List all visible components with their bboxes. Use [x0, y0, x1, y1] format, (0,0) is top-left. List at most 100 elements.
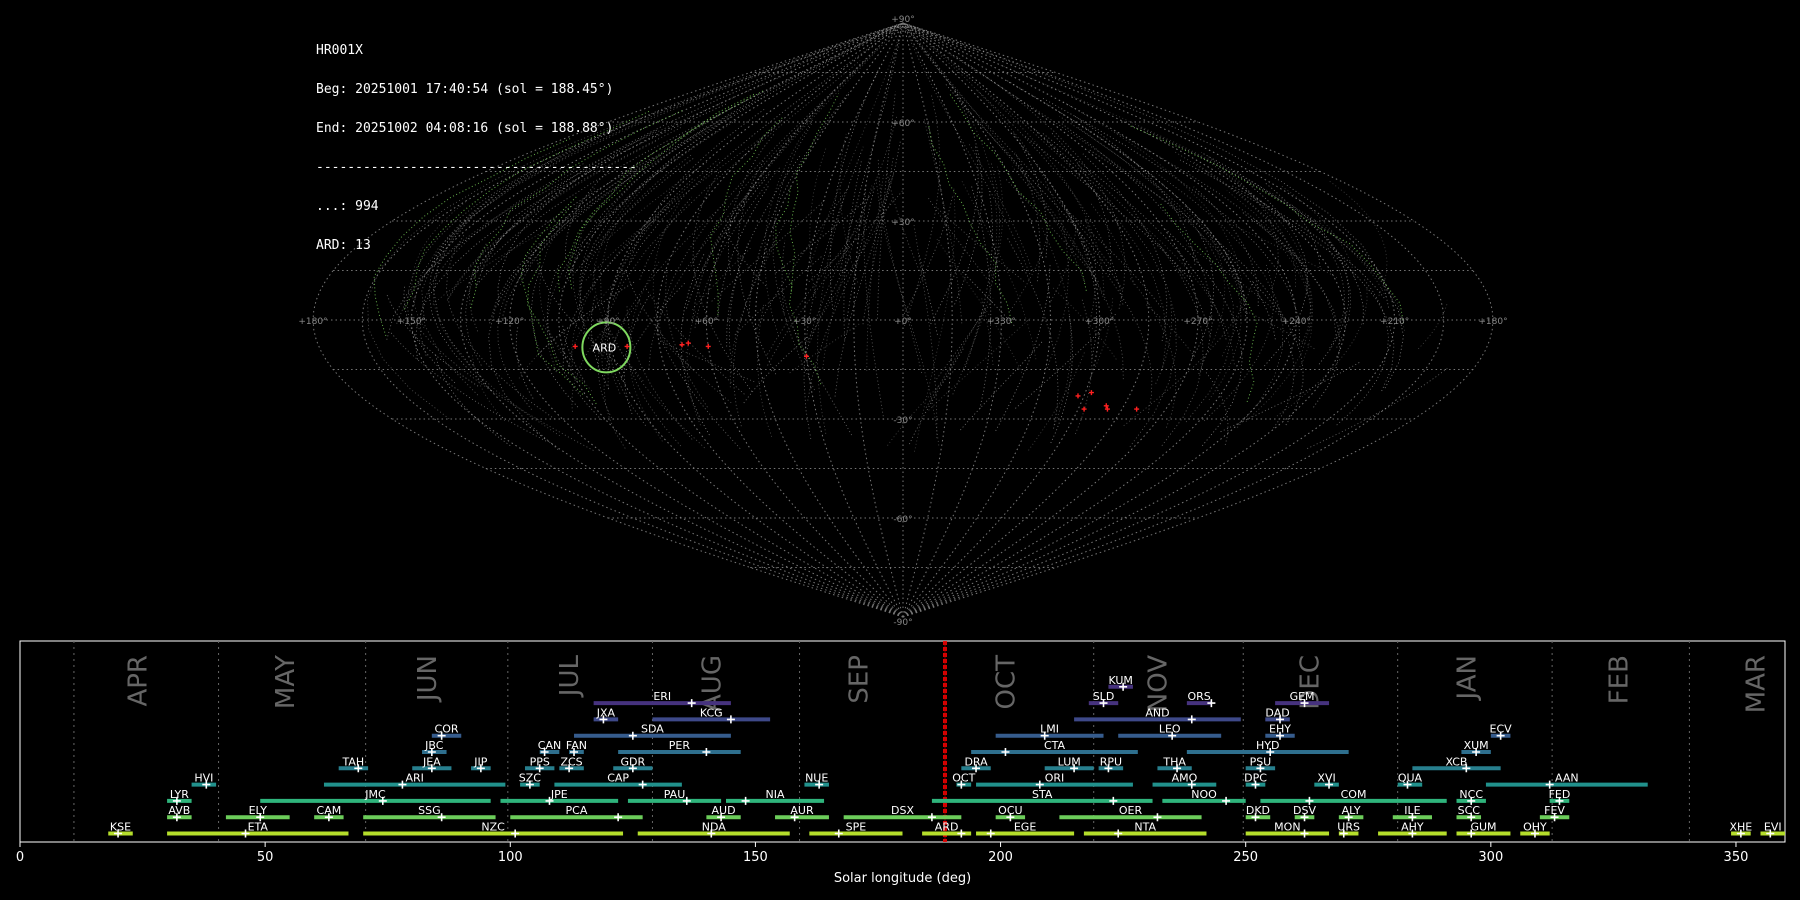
shower-label: CAP [607, 772, 629, 785]
shower-dsv: DSV [1293, 804, 1316, 822]
x-tick-label: 0 [16, 850, 24, 865]
meteor-trail [1090, 202, 1135, 285]
meteor-trail [1328, 180, 1388, 296]
shower-label: PCA [566, 804, 588, 817]
meteor-trail [702, 26, 901, 269]
shower-label: EHY [1269, 723, 1291, 736]
shower-label: NOO [1191, 788, 1217, 801]
x-axis-label: Solar longitude (deg) [834, 871, 971, 886]
shower-label: OHY [1523, 821, 1547, 834]
meteor-trail [1114, 131, 1337, 339]
sky-lat-label: +60° [891, 119, 915, 129]
meteor-trail [728, 242, 749, 354]
x-tick-label: 150 [743, 850, 768, 865]
shower-label: GDR [621, 755, 646, 768]
shower-jbc: JBC [422, 739, 447, 756]
meteor-trail [1073, 115, 1196, 265]
shower-label: AUD [712, 804, 736, 817]
shower-rpu: RPU [1098, 755, 1124, 773]
meteor-trail [905, 26, 998, 276]
shower-label: COM [1341, 788, 1367, 801]
shower-label: XHE [1729, 821, 1752, 834]
shower-label: COR [435, 723, 459, 736]
shower-dra: DRA [961, 755, 991, 773]
meteor-trail [920, 36, 1105, 295]
x-tick-label: 250 [1233, 850, 1258, 865]
shower-ehy: EHY [1265, 723, 1295, 740]
shower-label: JBC [424, 739, 444, 752]
shower-label: JIP [473, 755, 487, 768]
shower-ohy: OHY [1520, 821, 1550, 838]
meteor-trail [1273, 341, 1295, 429]
shower-label: LUM [1058, 755, 1081, 768]
shower-label: RPU [1100, 755, 1122, 768]
meteor-trail [781, 240, 786, 314]
shower-label: EVI [1764, 821, 1782, 834]
month-label: JUL [555, 654, 585, 698]
meteor-trail [902, 194, 954, 317]
shower-label: CAM [317, 804, 342, 817]
shower-label: PSU [1250, 755, 1272, 768]
meteor-trail [822, 185, 873, 369]
shower-label: TAH [342, 755, 365, 768]
shower-xvi: XVI [1314, 772, 1339, 789]
meteor-trail [546, 119, 737, 373]
shower-label: ARI [405, 772, 423, 785]
meteor-trail [808, 197, 894, 340]
shower-label: DPC [1244, 772, 1267, 785]
meteor-trail [367, 120, 627, 420]
meteor-trail [690, 47, 880, 267]
meteor-trail [1138, 126, 1404, 389]
meteor-trail [772, 123, 815, 391]
shower-label: XUM [1464, 739, 1489, 752]
meteor-trail [807, 172, 895, 401]
radiant-marker [624, 343, 630, 349]
ard-meteor-trail [557, 92, 756, 292]
sky-lon-label: +180° [1478, 317, 1507, 327]
shower-cor: COR [431, 723, 462, 740]
meteor-trail [1203, 264, 1274, 422]
shower-dpc: DPC [1244, 772, 1267, 789]
meteor-trail [743, 336, 809, 404]
meteor-trail [629, 108, 766, 263]
shower-label: ILE [1404, 804, 1420, 817]
meteor-trail [977, 119, 1105, 301]
shower-label: THA [1162, 755, 1186, 768]
shower-ncc: NCC [1456, 788, 1486, 805]
shower-label: LMI [1040, 723, 1059, 736]
sporadic-meteor-trails [367, 25, 1448, 452]
sky-lat-label: -30° [893, 416, 912, 426]
shower-label: URS [1337, 821, 1360, 834]
shower-scc: SCC [1456, 804, 1482, 822]
meteor-trail [469, 241, 488, 332]
radiant-marker [1088, 390, 1094, 396]
shower-label: NTA [1134, 821, 1156, 834]
meteor-trail [1186, 244, 1285, 320]
meteor-trail [1307, 367, 1448, 449]
shower-urs: URS [1337, 821, 1360, 838]
meteor-trail [1011, 166, 1124, 380]
shower-label: PER [669, 739, 691, 752]
meteor-trail [1200, 152, 1364, 325]
meteor-trail [691, 103, 825, 321]
meteor-trail [1066, 209, 1162, 308]
shower-label: ORS [1187, 690, 1210, 703]
shower-label: JXA [596, 706, 616, 719]
meteor-trail [843, 160, 862, 340]
meteor-trail [1206, 155, 1279, 288]
radiant-marker [1134, 406, 1140, 412]
shower-aud: AUD [706, 804, 741, 822]
meteor-trail [1082, 153, 1168, 341]
shower-label: STA [1032, 788, 1053, 801]
meteor-trail [1155, 302, 1173, 384]
meteor-trail [561, 161, 708, 290]
meteor-trail [628, 259, 663, 442]
sky-lon-label: +270° [1183, 317, 1212, 327]
shower-label: ERI [653, 690, 671, 703]
shower-label: FEV [1544, 804, 1565, 817]
x-tick-label: 100 [498, 850, 523, 865]
meteor-trail [1200, 236, 1226, 365]
shower-szc: SZC [519, 772, 541, 789]
sky-lon-label: +150° [397, 317, 426, 327]
shower-label: DRA [964, 755, 988, 768]
